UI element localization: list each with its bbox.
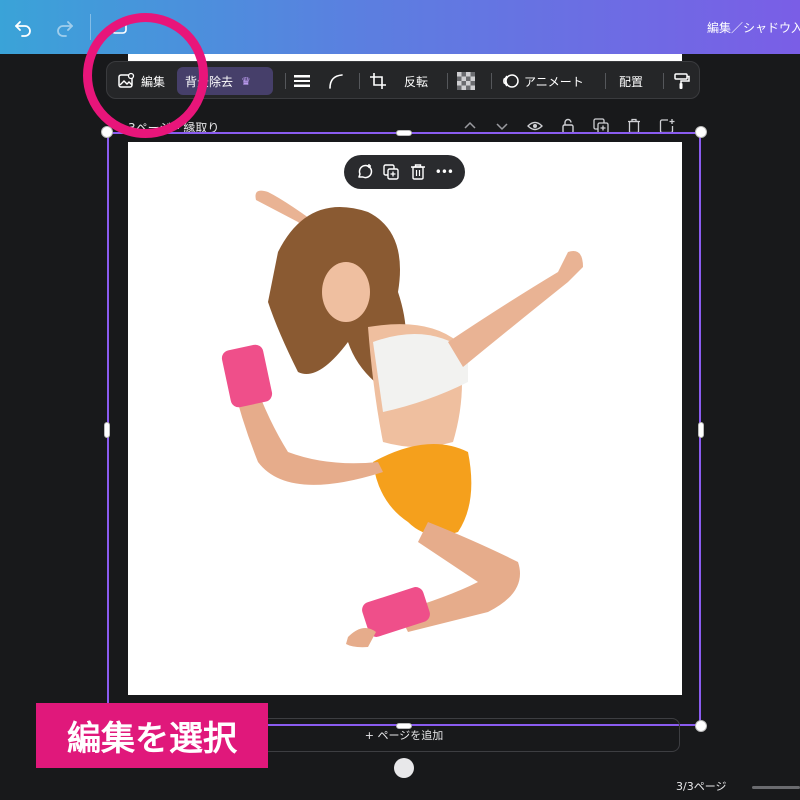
corner-radius-icon [327,72,345,90]
dancer-face [322,262,370,322]
redo-icon[interactable] [52,14,78,40]
border-style-button[interactable] [293,62,311,100]
transparency-button[interactable] [457,62,475,100]
document-title[interactable]: 編集／シャドウ入 [707,19,800,36]
dancer-photo[interactable] [128,142,682,695]
duplicate-icon[interactable] [380,161,402,183]
duplicate-page-icon[interactable] [591,116,611,136]
delete-page-icon[interactable] [624,116,644,136]
animate-icon [502,72,520,90]
flip-label: 反転 [404,74,429,89]
trash-icon[interactable] [407,161,429,183]
add-page-icon[interactable] [657,116,677,136]
topbar-divider [90,14,91,40]
lock-icon[interactable] [558,116,578,136]
chevron-up-icon[interactable] [460,116,480,136]
resize-handle-left[interactable] [104,422,110,438]
resize-handle-bottom-right[interactable] [695,720,707,732]
animate-label: アニメート [524,74,584,89]
add-page-label: + ページを追加 [364,729,444,742]
toolbar-divider [491,73,492,89]
crop-button[interactable] [369,62,387,100]
resize-handle-top-right[interactable] [695,126,707,138]
arrange-button[interactable]: 配置 [619,62,643,100]
crown-icon: ♛ [241,74,251,88]
dancer-right-arm [448,251,583,367]
dancer-foot [346,628,376,648]
collapse-pages-icon[interactable] [394,758,414,778]
chevron-down-icon[interactable] [492,116,512,136]
paint-roller-icon [673,72,691,90]
toolbar-divider [447,73,448,89]
comment-add-icon[interactable] [354,161,376,183]
undo-icon[interactable] [10,14,36,40]
arrange-label: 配置 [619,74,644,89]
toolbar-divider [663,73,664,89]
animate-button[interactable]: アニメート [502,62,584,100]
toolbar-divider [605,73,606,89]
element-quick-actions: ••• [344,155,465,189]
corner-rounding-button[interactable] [327,62,345,100]
transparency-icon [457,72,475,90]
resize-handle-right[interactable] [698,422,704,438]
more-icon[interactable]: ••• [433,161,455,183]
hide-icon[interactable] [525,116,545,136]
dancer-left-leg-warmer [221,344,273,408]
instruction-callout: 編集を選択 [36,703,268,768]
flip-button[interactable]: 反転 [404,62,428,100]
border-lines-icon [293,72,311,90]
crop-icon [369,72,387,90]
dancer-shorts [373,444,472,536]
page-counter[interactable]: 3/3ページ [676,778,726,794]
toolbar-divider [359,73,360,89]
copy-style-button[interactable] [673,62,691,100]
highlight-ring [83,13,208,138]
design-canvas[interactable] [128,142,682,695]
resize-handle-top[interactable] [396,130,412,136]
zoom-slider[interactable] [752,786,800,789]
toolbar-divider [285,73,286,89]
